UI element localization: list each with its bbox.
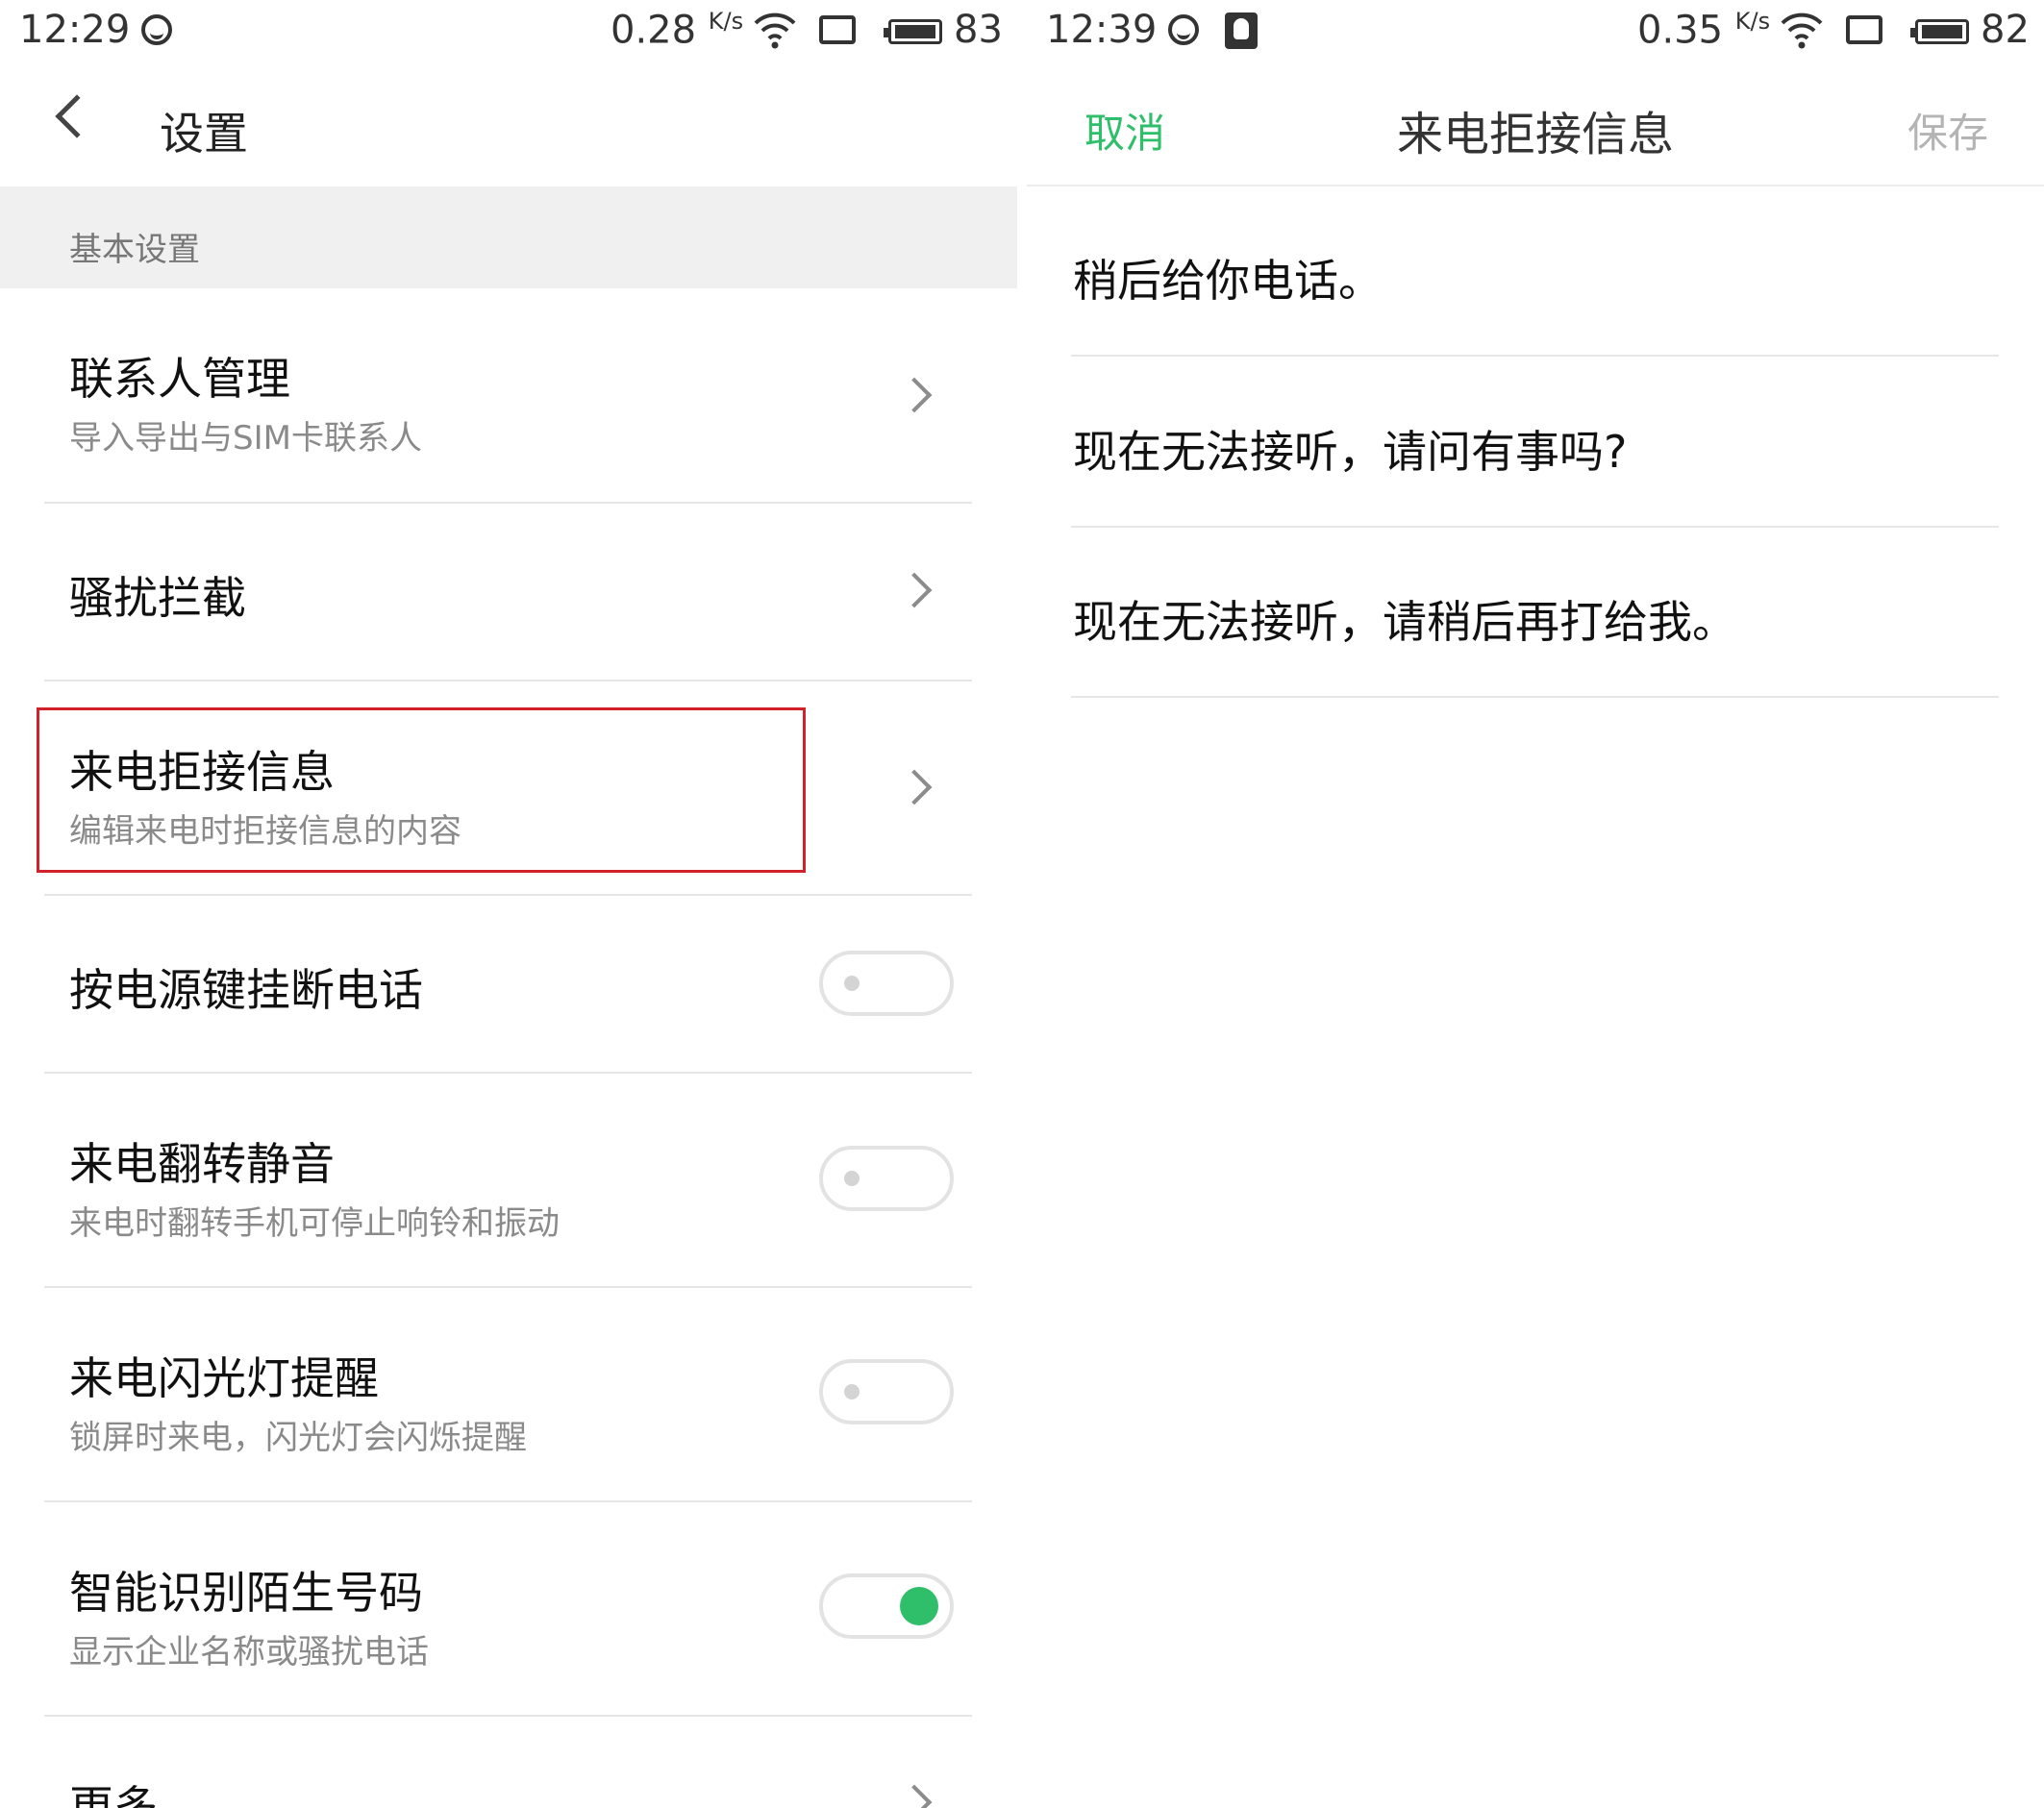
divider [1071,355,1999,357]
wifi-icon [1781,12,1823,49]
battery-icon [884,19,942,44]
back-chevron-icon[interactable] [55,94,99,138]
status-bar: 12:39 0.35 K/s 82 [1027,0,2044,65]
row-title: 来电翻转静音 [69,1138,335,1190]
reject-message-item[interactable]: 稍后给你电话。 [1073,246,1383,310]
row-identify-unknown-numbers: 智能识别陌生号码 显示企业名称或骚扰电话 [0,1502,1017,1715]
page-title: 设置 [160,108,248,160]
row-title: 来电闪光灯提醒 [69,1352,379,1404]
row-title: 骚扰拦截 [69,572,246,624]
chevron-right-icon [896,377,933,413]
qq-icon [1225,12,1258,49]
row-more[interactable]: 更多 [0,1717,1017,1808]
row-harassment-block[interactable]: 骚扰拦截 [0,504,1017,680]
row-subtitle: 导入导出与SIM卡联系人 [69,419,422,458]
divider [1071,696,1999,698]
wifi-icon [754,12,796,49]
row-subtitle: 显示企业名称或骚扰电话 [69,1633,429,1672]
status-time: 12:29 [19,8,131,52]
flip-to-mute-toggle[interactable] [819,1146,954,1211]
row-subtitle: 锁屏时来电，闪光灯会闪烁提醒 [69,1419,527,1457]
reject-message-item[interactable]: 现在无法接听，请问有事吗? [1073,417,1627,481]
divider [1071,526,1999,528]
identify-unknown-numbers-toggle[interactable] [819,1573,954,1639]
smile-icon [141,14,172,45]
status-bar: 12:29 0.28 K/s 83 [0,0,1017,65]
row-subtitle: 来电时翻转手机可停止响铃和振动 [69,1204,560,1243]
section-header: 基本设置 [0,186,1017,288]
toggle-knob [900,1587,938,1625]
screen-rotation-icon [1846,15,1882,44]
panel-gap [1017,0,1027,1808]
save-button[interactable]: 保存 [1907,101,1988,160]
reject-message-screen: 12:39 0.35 K/s 82 取消 来电拒接信息 保存 稍后给你电话。 现… [1027,0,2044,1808]
toggle-knob [844,1384,860,1399]
section-label: 基本设置 [69,231,200,269]
toggle-knob [844,976,860,991]
status-time: 12:39 [1046,8,1158,52]
battery-icon [1910,19,1969,44]
power-key-hangup-toggle[interactable] [819,951,954,1016]
chevron-right-icon [896,572,933,608]
battery-level: 82 [1981,8,2030,52]
row-title: 智能识别陌生号码 [69,1567,423,1619]
network-speed: 0.28 K/s [611,8,744,53]
toggle-knob [844,1171,860,1186]
row-flip-to-mute: 来电翻转静音 来电时翻转手机可停止响铃和振动 [0,1074,1017,1286]
flash-alert-toggle[interactable] [819,1359,954,1424]
network-speed: 0.35 K/s [1637,8,1771,53]
row-power-key-hangup: 按电源键挂断电话 [0,896,1017,1072]
header-divider [1027,185,2044,186]
row-title: 更多 [69,1781,158,1808]
page-title: 来电拒接信息 [1396,108,1674,161]
reject-message-item[interactable]: 现在无法接听，请稍后再打给我。 [1073,587,1736,651]
smile-icon [1168,14,1199,45]
highlight-box [37,707,806,873]
chevron-right-icon [896,769,933,805]
row-title: 按电源键挂断电话 [69,964,423,1016]
settings-screen: 12:29 0.28 K/s 83 设置 基本设置 联系人管理 导入导出与SIM… [0,0,1017,1808]
chevron-right-icon [896,1784,933,1808]
screen-rotation-icon [819,15,856,44]
battery-level: 83 [954,8,1003,52]
row-contact-management[interactable]: 联系人管理 导入导出与SIM卡联系人 [0,288,1017,502]
row-title: 联系人管理 [69,353,290,405]
row-flash-alert: 来电闪光灯提醒 锁屏时来电，闪光灯会闪烁提醒 [0,1288,1017,1500]
